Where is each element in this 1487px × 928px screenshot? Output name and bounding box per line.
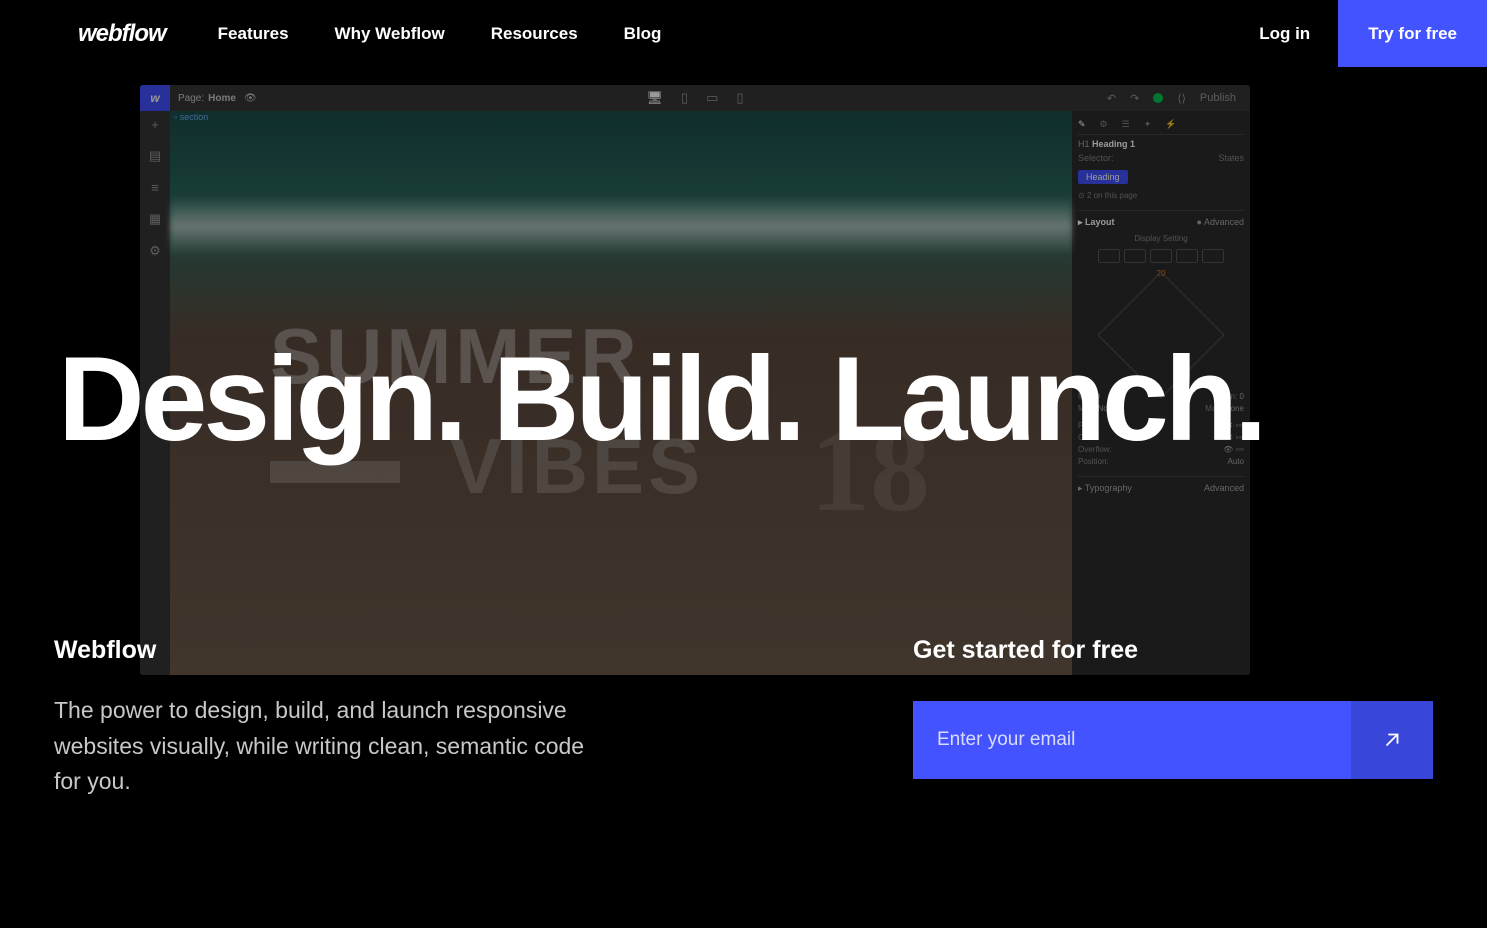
gear-icon: ⚙	[1100, 119, 1108, 130]
preview-icon: 👁	[244, 93, 257, 104]
typography-header: ▸ Typography	[1078, 483, 1132, 494]
bolt-icon: ⚡	[1165, 119, 1176, 130]
bottom-left: Webflow The power to design, build, and …	[54, 636, 614, 800]
arrow-icon	[1381, 729, 1403, 751]
desktop-icon: 🖥	[646, 90, 663, 106]
editor-logo: w	[140, 85, 170, 111]
wave-decoration	[170, 196, 1072, 256]
login-link[interactable]: Log in	[1231, 0, 1338, 67]
tablet-landscape-icon: ▭	[706, 90, 718, 106]
nav-why-webflow[interactable]: Why Webflow	[335, 24, 445, 44]
undo-icon: ↶	[1107, 92, 1116, 105]
page-name: Home	[208, 93, 236, 104]
onpage-count: ⊙ 2 on this page	[1078, 191, 1244, 200]
pages-icon: ▤	[149, 148, 161, 164]
editor-right-actions: ↶ ↷ ⟨⟩ Publish	[1107, 92, 1250, 105]
element-heading: H1 Heading 1	[1078, 139, 1244, 149]
mobile-icon: ▯	[736, 90, 743, 106]
top-nav: webflow Features Why Webflow Resources B…	[0, 0, 1487, 67]
nav-links: Features Why Webflow Resources Blog	[218, 24, 662, 44]
email-form	[913, 701, 1433, 779]
hero-headline: Design. Build. Launch.	[58, 330, 1487, 468]
heading-badge: Heading	[1078, 170, 1128, 184]
states-label: States	[1218, 153, 1244, 163]
layout-header: ▸ Layout	[1078, 217, 1115, 228]
nav-features[interactable]: Features	[218, 24, 289, 44]
brush-icon: ✎	[1078, 119, 1086, 130]
try-free-button[interactable]: Try for free	[1338, 0, 1487, 67]
section-tag: section	[170, 111, 212, 123]
add-icon: +	[151, 117, 159, 132]
cms-icon: ≡	[151, 180, 159, 195]
publish-button: Publish	[1200, 92, 1236, 104]
email-input[interactable]	[913, 701, 1351, 779]
redo-icon: ↷	[1130, 92, 1139, 105]
submit-button[interactable]	[1351, 701, 1433, 779]
nav-resources[interactable]: Resources	[491, 24, 578, 44]
tablet-icon: ▯	[681, 90, 688, 106]
bottom-section: Webflow The power to design, build, and …	[54, 636, 1433, 800]
display-options	[1078, 249, 1244, 263]
display-setting-label: Display Setting	[1078, 234, 1244, 243]
settings-lines-icon: ☰	[1122, 119, 1130, 130]
nav-blog[interactable]: Blog	[624, 24, 662, 44]
cta-title: Get started for free	[913, 636, 1433, 665]
settings-icon: ⚙	[149, 243, 161, 259]
advanced-toggle: ● Advanced	[1197, 217, 1244, 228]
logo[interactable]: webflow	[78, 20, 166, 48]
selector-label: Selector:	[1078, 153, 1114, 163]
bottom-right: Get started for free	[913, 636, 1433, 800]
bottom-title: Webflow	[54, 636, 614, 665]
page-label: Page:	[178, 93, 204, 104]
nav-right: Log in Try for free	[1231, 0, 1487, 67]
bottom-description: The power to design, build, and launch r…	[54, 693, 614, 800]
assets-icon: ▦	[149, 211, 161, 227]
code-icon: ⟨⟩	[1177, 92, 1186, 105]
device-switcher: 🖥 ▯ ▭ ▯	[646, 90, 743, 106]
interactions-icon: ✦	[1144, 119, 1152, 130]
editor-topbar: w Page: Home 👁 🖥 ▯ ▭ ▯ ↶ ↷ ⟨⟩ Publish	[140, 85, 1250, 111]
status-dot	[1153, 93, 1163, 103]
